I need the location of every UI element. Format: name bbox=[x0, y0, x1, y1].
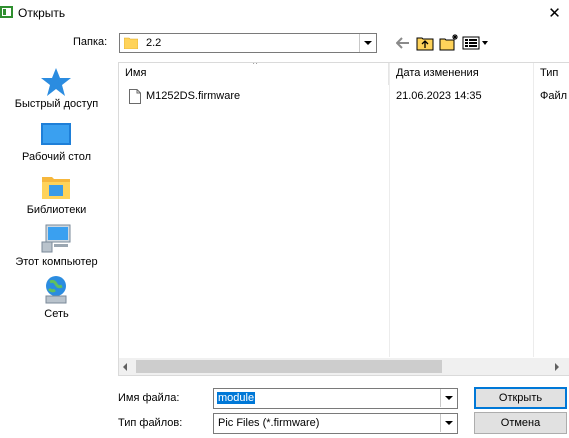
network-icon bbox=[45, 276, 67, 304]
title-bar: Открыть ✕ bbox=[0, 0, 569, 26]
column-header-name[interactable]: ^ Имя bbox=[119, 63, 389, 85]
file-name: M1252DS.firmware bbox=[146, 90, 241, 102]
chevron-down-icon[interactable] bbox=[359, 34, 376, 52]
cancel-button[interactable]: Отмена bbox=[474, 412, 567, 434]
place-desktop[interactable]: Рабочий стол bbox=[0, 117, 113, 169]
desktop-icon bbox=[41, 123, 71, 145]
file-row[interactable]: M1252DS.firmware 21.06.2023 14:35 Файл bbox=[119, 87, 569, 107]
view-menu-icon[interactable] bbox=[462, 35, 490, 51]
folder-icon bbox=[124, 37, 138, 49]
close-button[interactable]: ✕ bbox=[540, 0, 569, 26]
look-in-value: 2.2 bbox=[146, 37, 162, 49]
file-type-label: Тип файлов: bbox=[118, 417, 183, 429]
places-bar: Быстрый доступ Рабочий стол Библиотеки Э… bbox=[0, 62, 115, 382]
column-divider bbox=[389, 63, 390, 357]
new-folder-icon[interactable] bbox=[439, 34, 459, 51]
back-arrow-icon[interactable] bbox=[396, 37, 410, 49]
place-label: Рабочий стол bbox=[21, 151, 92, 163]
place-label: Этот компьютер bbox=[15, 256, 98, 268]
chevron-down-icon[interactable] bbox=[440, 414, 457, 432]
file-name-combobox[interactable]: module bbox=[213, 388, 458, 409]
file-icon bbox=[129, 89, 141, 104]
look-in-combobox[interactable]: 2.2 bbox=[119, 33, 377, 53]
horizontal-scrollbar[interactable] bbox=[119, 358, 569, 375]
file-type: Файл bbox=[540, 90, 568, 102]
column-divider bbox=[533, 63, 534, 357]
libraries-icon bbox=[42, 177, 70, 199]
column-header-type[interactable]: Тип bbox=[534, 63, 569, 85]
scroll-left-icon[interactable] bbox=[123, 363, 127, 371]
place-this-pc[interactable]: Этот компьютер bbox=[0, 222, 113, 274]
place-libraries[interactable]: Библиотеки bbox=[0, 170, 113, 222]
file-date: 21.06.2023 14:35 bbox=[396, 90, 482, 102]
place-label: Сеть bbox=[44, 308, 69, 320]
file-list[interactable]: ^ Имя Дата изменения Тип M1252DS.firmwar… bbox=[118, 62, 569, 376]
app-icon bbox=[0, 6, 13, 18]
sort-up-icon: ^ bbox=[253, 62, 258, 69]
look-in-label: Папка: bbox=[73, 36, 108, 48]
up-folder-icon[interactable] bbox=[416, 35, 434, 51]
file-name-input[interactable]: module bbox=[217, 392, 256, 404]
chevron-down-icon[interactable] bbox=[440, 389, 457, 407]
place-quick-access[interactable]: Быстрый доступ bbox=[0, 64, 113, 116]
file-type-select[interactable]: Pic Files (*.firmware) bbox=[213, 413, 458, 434]
computer-icon bbox=[41, 224, 71, 253]
scrollbar-thumb[interactable] bbox=[136, 360, 442, 373]
window-title: Открыть bbox=[18, 6, 66, 20]
file-name-label: Имя файла: bbox=[118, 392, 180, 404]
place-label: Быстрый доступ bbox=[14, 98, 99, 110]
close-icon: ✕ bbox=[548, 5, 561, 22]
place-network[interactable]: Сеть bbox=[0, 274, 113, 326]
file-type-value: Pic Files (*.firmware) bbox=[218, 417, 320, 429]
open-button[interactable]: Открыть bbox=[474, 387, 567, 409]
place-label: Библиотеки bbox=[26, 204, 87, 216]
quick-access-star-icon bbox=[41, 68, 71, 96]
column-header-date[interactable]: Дата изменения bbox=[390, 63, 534, 85]
scroll-right-icon[interactable] bbox=[555, 363, 559, 371]
